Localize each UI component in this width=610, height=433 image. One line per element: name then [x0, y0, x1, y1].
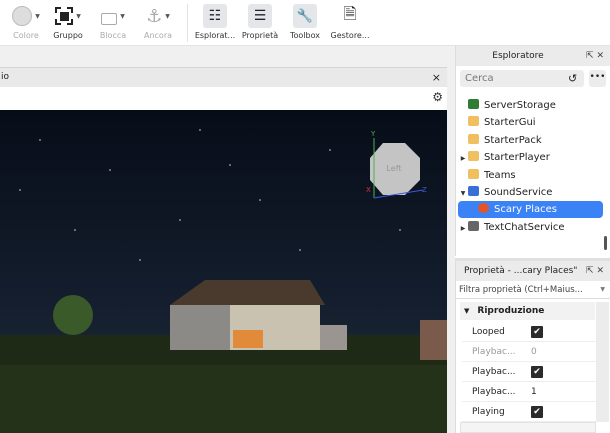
- toolbox-icon: 🔧: [293, 4, 317, 28]
- svg-text:Left: Left: [386, 164, 401, 173]
- speaker-icon: [468, 186, 479, 196]
- explorer-button[interactable]: ☷ Esplorat...: [191, 4, 239, 40]
- tab-strip: [0, 46, 455, 67]
- toolbox-button[interactable]: 🔧 Toolbox: [281, 4, 329, 40]
- svg-text:Y: Y: [370, 130, 376, 138]
- folder-pack-icon: [468, 134, 479, 144]
- gear-icon[interactable]: ⚙: [432, 90, 443, 104]
- properties-hscrollbar[interactable]: [460, 422, 596, 433]
- asset-manager-button[interactable]: 🗎 Gestore...: [326, 3, 374, 41]
- tree-item-starterpack[interactable]: StarterPack: [458, 132, 603, 149]
- group-button[interactable]: ▼ Gruppo: [44, 4, 92, 40]
- properties-button[interactable]: ☰ Proprietà: [236, 4, 284, 40]
- close-icon[interactable]: ×: [432, 68, 441, 87]
- close-icon[interactable]: ✕: [596, 266, 604, 276]
- property-looped[interactable]: Looped ✔: [462, 322, 596, 342]
- close-icon[interactable]: ✕: [596, 51, 604, 61]
- collapse-icon[interactable]: ▼: [458, 185, 468, 202]
- property-playback-loudness[interactable]: Playbac... 0: [462, 342, 596, 362]
- tree-item-startergui[interactable]: StarterGui: [458, 114, 603, 131]
- checkbox-checked[interactable]: ✔: [531, 326, 543, 338]
- lock-button[interactable]: ▼ Blocca: [89, 4, 137, 41]
- asset-manager-icon: 🗎: [343, 3, 357, 23]
- undock-icon[interactable]: ⇱: [586, 51, 594, 61]
- properties-panel: Proprietà - ...cary Places" ⇱ ✕ Filtra pr…: [455, 258, 610, 433]
- serverstorage-icon: [468, 99, 479, 109]
- tree-item-textchatservice[interactable]: ▶ TextChatService: [458, 219, 603, 236]
- tree-item-scary-places[interactable]: Scary Places: [458, 201, 603, 218]
- svg-text:X: X: [366, 186, 371, 194]
- anchor-button[interactable]: ⚓ ▼ Ancora: [134, 4, 182, 41]
- viewport-tab[interactable]: io ×: [0, 67, 447, 87]
- folder-gui-icon: [468, 116, 479, 126]
- checkbox-checked[interactable]: ✔: [531, 366, 543, 378]
- toolbar-divider: [187, 4, 188, 42]
- more-icon[interactable]: •••: [589, 70, 606, 87]
- tree-item-soundservice[interactable]: ▼ SoundService: [458, 184, 603, 201]
- explorer-panel: Esploratore ⇱ ✕ Cerca ↺ ••• ServerStorage…: [455, 46, 610, 256]
- sound-icon: [478, 203, 489, 213]
- tree-item-starterplayer[interactable]: ▶ StarterPlayer: [458, 149, 603, 166]
- explorer-search-input[interactable]: Cerca: [460, 70, 584, 87]
- viewport-header: ⚙: [0, 87, 447, 110]
- tree: [53, 295, 93, 335]
- lock-icon: [101, 13, 118, 25]
- properties-icon: ☰: [248, 4, 272, 28]
- property-playback-regions[interactable]: Playbac... ✔: [462, 362, 596, 382]
- expand-icon[interactable]: ▶: [458, 150, 468, 167]
- properties-vscrollbar[interactable]: [596, 302, 609, 422]
- checkbox-checked[interactable]: ✔: [531, 406, 543, 418]
- color-circle-icon: [12, 6, 33, 26]
- chat-icon: [468, 221, 479, 231]
- svg-text:Z: Z: [422, 186, 427, 194]
- property-playback-speed[interactable]: Playbac... 1: [462, 382, 596, 402]
- filter-properties-input[interactable]: Filtra proprietà (Ctrl+Maius... ▼: [456, 281, 610, 299]
- anchor-icon: ⚓: [146, 5, 163, 27]
- history-icon[interactable]: ↺: [568, 72, 577, 85]
- tree-item-serverstorage[interactable]: ServerStorage: [458, 97, 603, 114]
- folder-player-icon: [468, 151, 479, 161]
- color-button[interactable]: ▼ Colore: [2, 4, 50, 40]
- undock-icon[interactable]: ⇱: [586, 266, 594, 276]
- folder-teams-icon: [468, 169, 479, 179]
- property-playing[interactable]: Playing ✔: [462, 402, 596, 422]
- section-riproduzione[interactable]: ▼ Riproduzione: [460, 302, 595, 320]
- 3d-viewport[interactable]: Left Y X Z: [0, 110, 447, 433]
- explorer-scrollbar[interactable]: [604, 236, 607, 250]
- tree-item-teams[interactable]: Teams: [458, 167, 603, 184]
- explorer-icon: ☷: [203, 4, 227, 28]
- ribbon-toolbar: ▼ Colore ▼ Gruppo ▼ Blocca ⚓ ▼ Ancora ☷ E…: [0, 0, 610, 46]
- viewport-scrollbar[interactable]: [447, 67, 455, 433]
- expand-icon[interactable]: ▶: [458, 220, 468, 237]
- scene: Left Y X Z: [0, 110, 447, 433]
- group-icon: [55, 7, 74, 25]
